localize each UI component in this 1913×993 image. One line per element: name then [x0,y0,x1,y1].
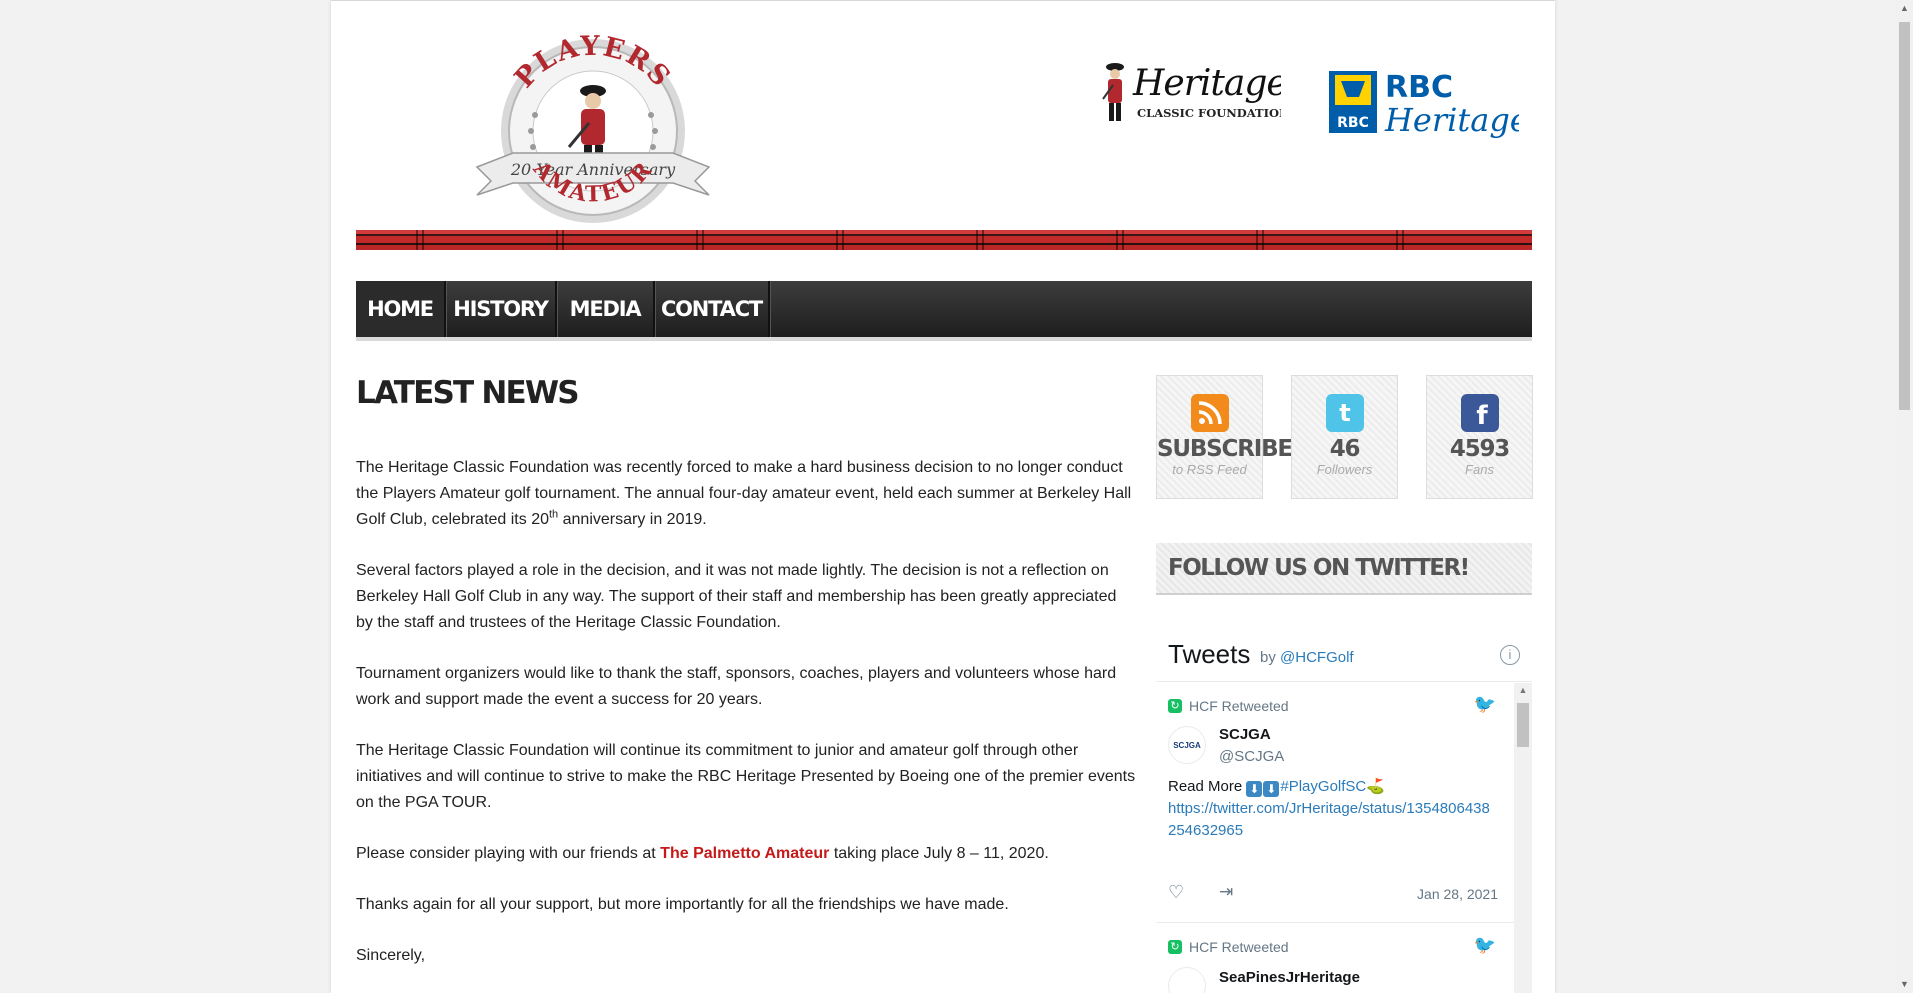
svg-text:Heritage: Heritage [1132,63,1281,104]
svg-text:f: f [1476,401,1488,427]
twitter-followers-box[interactable]: t 46 Followers [1291,375,1398,499]
down-arrow-icon: ⬇ [1246,781,1263,797]
article-paragraph-3: Tournament organizers would like to than… [356,665,1117,708]
rss-icon [1190,394,1229,432]
tweet-item[interactable]: ↻ HCF Retweeted 🐦 SeaPinesJrHeritage [1156,923,1532,993]
timeline-scrollbar[interactable]: ▲ [1514,683,1532,993]
tweet-author-name[interactable]: SCJGA [1219,726,1271,743]
twitter-icon: t [1325,394,1364,432]
article-paragraph-2: Several factors played a role in the dec… [356,562,1117,631]
main-navigation: HOME HISTORY MEDIA CONTACT [356,281,1532,341]
avatar[interactable]: SCJGA [1168,726,1206,764]
tweets-by: by @HCFGolf [1260,649,1354,666]
nav-contact[interactable]: CONTACT [655,281,770,337]
hashtag-link[interactable]: #PlayGolfSC [1280,778,1366,795]
scroll-down-arrow-icon[interactable]: ▼ [1896,979,1913,989]
facebook-fans-label: Fans [1465,462,1494,477]
tweet-item[interactable]: ↻ HCF Retweeted 🐦 SCJGA SCJGA @SCJGA Read… [1156,682,1532,923]
facebook-icon: f [1460,394,1499,432]
tweet-text: Read More ⬇ ⬇ #PlayGolfSC⛳ https://twitter… [1168,778,1490,839]
svg-text:Heritage: Heritage [1384,101,1519,139]
golf-flag-icon: ⛳ [1366,778,1385,795]
tweet-date[interactable]: Jan 28, 2021 [1417,886,1498,902]
article-paragraph-4: The Heritage Classic Foundation will con… [356,742,1136,811]
timeline-header: Tweets by @HCFGolf i [1156,621,1532,682]
share-icon[interactable]: ⇥ [1219,882,1233,902]
twitter-timeline-widget: Tweets by @HCFGolf i ↻ HCF Retweeted 🐦 SC… [1156,621,1532,993]
avatar[interactable] [1168,967,1206,993]
news-article: The Heritage Classic Foundation was rece… [356,455,1136,993]
twitter-bird-icon[interactable]: 🐦 [1474,935,1496,956]
svg-text:CLASSIC FOUNDATION: CLASSIC FOUNDATION [1137,106,1281,120]
page-container: PLAYERS 20 Year Anniversary AMATEUR Heri… [331,0,1555,993]
article-signoff: Sincerely, [356,947,426,964]
twitter-bird-icon[interactable]: 🐦 [1474,694,1496,715]
nav-home[interactable]: HOME [356,281,446,337]
retweet-icon: ↻ [1168,699,1182,713]
hcfgolf-handle-link[interactable]: @HCFGolf [1280,649,1354,666]
twitter-followers-label: Followers [1316,462,1373,477]
tweet-author-handle[interactable]: @SCJGA [1219,748,1284,765]
like-heart-icon[interactable]: ♡ [1168,882,1184,903]
retweet-indicator: ↻ HCF Retweeted [1168,939,1289,955]
tweets-title: Tweets [1168,639,1251,669]
scroll-up-arrow-icon[interactable]: ▲ [1896,3,1913,13]
rbc-heritage-logo[interactable]: RBC RBC Heritage [1329,65,1519,139]
down-arrow-icon: ⬇ [1263,781,1280,797]
palmetto-amateur-link[interactable]: The Palmetto Amateur [660,845,829,862]
svg-text:RBC: RBC [1337,115,1369,131]
article-paragraph-5: Please consider playing with our friends… [356,845,1049,862]
rss-subscribe-box[interactable]: SUBSCRIBE to RSS Feed [1156,375,1293,499]
facebook-fan-count: 4593 [1449,436,1510,462]
retweet-icon: ↻ [1168,940,1182,954]
article-paragraph-6: Thanks again for all your support, but m… [356,896,1009,913]
heritage-classic-foundation-logo[interactable]: Heritage CLASSIC FOUNDATION [1101,59,1281,133]
follow-twitter-heading: FOLLOW US ON TWITTER! [1156,543,1532,595]
page-scrollbar[interactable]: ▲ ▼ [1896,0,1913,992]
facebook-fans-box[interactable]: f 4593 Fans [1426,375,1533,499]
tweet-url-link[interactable]: https://twitter.com/JrHeritage/status/13… [1168,800,1490,839]
tweet-author-name[interactable]: SeaPinesJrHeritage [1219,969,1360,986]
info-icon[interactable]: i [1500,645,1520,665]
page-scroll-thumb[interactable] [1899,22,1910,410]
svg-text:t: t [1339,399,1350,427]
scroll-up-arrow-icon[interactable]: ▲ [1514,685,1532,695]
players-amateur-logo[interactable]: PLAYERS 20 Year Anniversary AMATEUR [473,35,713,229]
nav-media[interactable]: MEDIA [557,281,655,337]
nav-history[interactable]: HISTORY [446,281,557,337]
svg-text:RBC: RBC [1385,70,1453,105]
article-paragraph-1: The Heritage Classic Foundation was rece… [356,459,1132,528]
timeline-scroll-thumb[interactable] [1517,703,1529,747]
rss-sublabel: to RSS Feed [1172,462,1247,477]
retweet-indicator: ↻ HCF Retweeted [1168,698,1289,714]
twitter-follower-count: 46 [1329,436,1361,462]
page-title: LATEST NEWS [356,375,580,411]
tartan-divider [356,230,1532,250]
rss-label: SUBSCRIBE [1157,436,1293,462]
